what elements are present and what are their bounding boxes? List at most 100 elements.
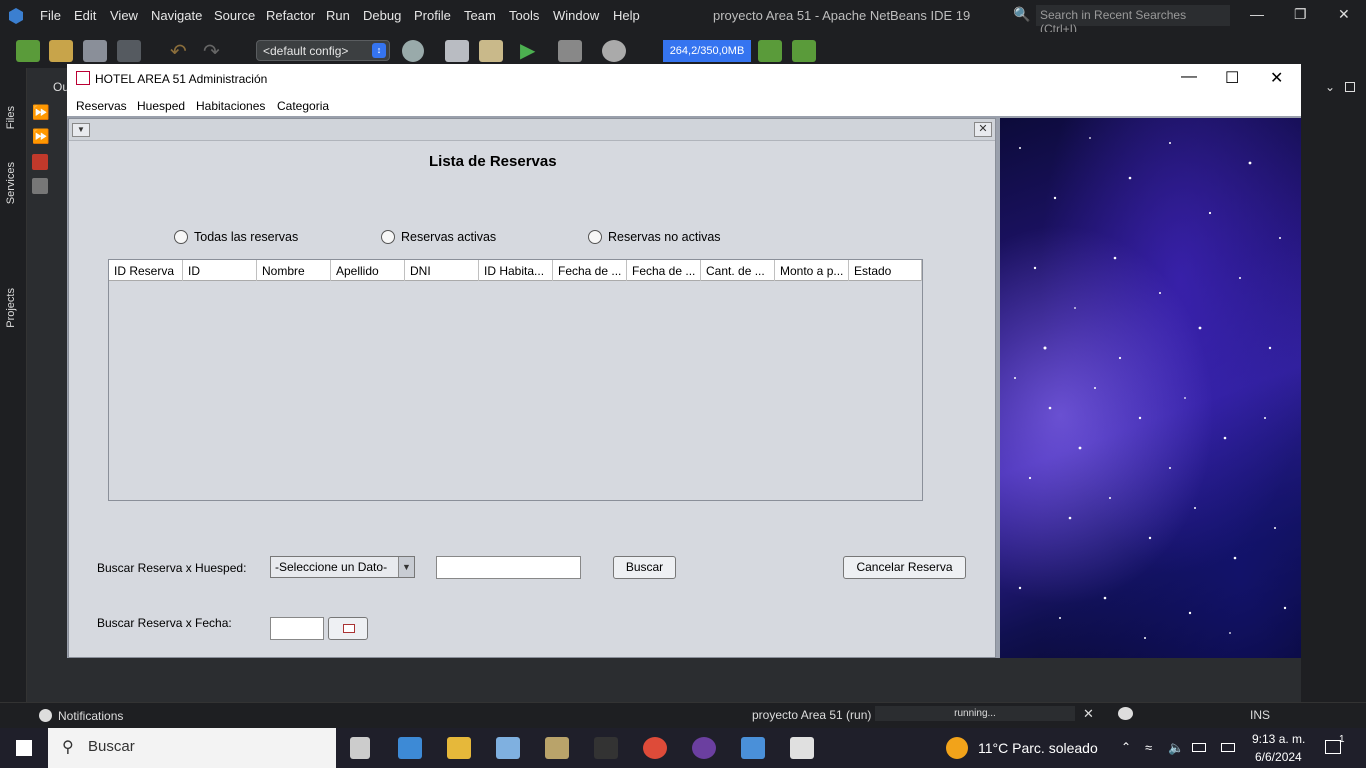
- guest-field-combo[interactable]: -Seleccione un Dato- ▼: [270, 556, 415, 578]
- config-select[interactable]: <default config> ↕: [256, 40, 390, 61]
- weather-label[interactable]: 11°C Parc. soleado: [978, 740, 1098, 756]
- java-taskbar-icon[interactable]: [790, 737, 814, 759]
- menu-window[interactable]: Window: [553, 8, 599, 23]
- notepad-icon[interactable]: [496, 737, 520, 759]
- menu-huesped[interactable]: Huesped: [137, 99, 185, 113]
- menu-categoria[interactable]: Categoria: [277, 99, 329, 113]
- col-header[interactable]: ID: [183, 260, 257, 281]
- debug-icon[interactable]: [558, 40, 582, 62]
- redo-icon[interactable]: ↷: [203, 39, 220, 64]
- reservas-table[interactable]: ID Reserva ID Nombre Apellido DNI ID Hab…: [108, 259, 923, 501]
- restore-icon[interactable]: ❐: [1294, 6, 1307, 23]
- save-all-icon[interactable]: [117, 40, 141, 62]
- close-icon[interactable]: ✕: [1338, 6, 1350, 23]
- radio-activas[interactable]: Reservas activas: [381, 230, 496, 244]
- radio-circle-icon: [174, 230, 188, 244]
- memory-indicator[interactable]: 264,2/350,0MB: [663, 40, 751, 62]
- col-header[interactable]: Fecha de ...: [627, 260, 701, 281]
- chrome-icon[interactable]: [643, 737, 667, 759]
- search-date-label: Buscar Reserva x Fecha:: [97, 616, 232, 630]
- windows-start-icon[interactable]: [16, 740, 32, 756]
- clock-date[interactable]: 6/6/2024: [1255, 750, 1302, 764]
- task-view-icon[interactable]: [350, 737, 370, 759]
- calendar-button[interactable]: [328, 617, 368, 640]
- clean-build-icon[interactable]: [479, 40, 503, 62]
- chat-bubble-icon[interactable]: [1118, 707, 1133, 720]
- frame-close-icon[interactable]: ✕: [974, 122, 992, 137]
- netbeans-logo-icon: [9, 8, 23, 24]
- undo-icon[interactable]: ↶: [170, 39, 187, 64]
- menu-edit[interactable]: Edit: [74, 8, 96, 23]
- build-hammer-icon[interactable]: [445, 40, 469, 62]
- new-file-icon[interactable]: [16, 40, 40, 62]
- menu-view[interactable]: View: [110, 8, 138, 23]
- gc-icon[interactable]: [758, 40, 782, 62]
- radio-no-activas[interactable]: Reservas no activas: [588, 230, 721, 244]
- rerun-icon[interactable]: ⏩: [32, 104, 49, 121]
- search-input[interactable]: [436, 556, 581, 579]
- col-header[interactable]: ID Habita...: [479, 260, 553, 281]
- battery-icon[interactable]: [1192, 743, 1206, 752]
- col-header[interactable]: Nombre: [257, 260, 331, 281]
- notifications-icon[interactable]: [39, 709, 52, 722]
- wifi-icon[interactable]: ≈: [1145, 740, 1152, 755]
- projects-tab[interactable]: Projects: [5, 288, 17, 328]
- search-button[interactable]: Buscar: [613, 556, 676, 579]
- paint-icon[interactable]: [545, 737, 569, 759]
- chevron-down-icon[interactable]: ⌄: [1325, 80, 1335, 94]
- open-project-icon[interactable]: [83, 40, 107, 62]
- run-icon[interactable]: ▶: [520, 38, 535, 63]
- menu-profile[interactable]: Profile: [414, 8, 451, 23]
- col-header[interactable]: Fecha de ...: [553, 260, 627, 281]
- radio-todas[interactable]: Todas las reservas: [174, 230, 298, 244]
- col-header[interactable]: Apellido: [331, 260, 405, 281]
- app-minimize-icon[interactable]: —: [1181, 68, 1197, 86]
- menu-file[interactable]: File: [40, 8, 61, 23]
- menu-run[interactable]: Run: [326, 8, 350, 23]
- settings-wrench-icon[interactable]: [32, 178, 48, 194]
- minimize-icon[interactable]: —: [1250, 6, 1264, 22]
- ide-search-input[interactable]: Search in Recent Searches (Ctrl+I): [1036, 5, 1230, 36]
- menu-navigate[interactable]: Navigate: [151, 8, 202, 23]
- profile-snapshot-icon[interactable]: [792, 40, 816, 62]
- netbeans-taskbar-icon[interactable]: [741, 737, 765, 759]
- col-header[interactable]: Cant. de ...: [701, 260, 775, 281]
- profile-icon[interactable]: [602, 40, 626, 62]
- menu-source[interactable]: Source: [214, 8, 255, 23]
- menu-team[interactable]: Team: [464, 8, 496, 23]
- menu-habitaciones[interactable]: Habitaciones: [196, 99, 265, 113]
- menu-tools[interactable]: Tools: [509, 8, 539, 23]
- app-close-icon[interactable]: ✕: [1270, 68, 1283, 88]
- volume-icon[interactable]: 🔈: [1168, 740, 1184, 756]
- menu-debug[interactable]: Debug: [363, 8, 401, 23]
- browser-globe-icon[interactable]: [402, 40, 424, 62]
- col-header[interactable]: Monto a p...: [775, 260, 849, 281]
- menu-refactor[interactable]: Refactor: [266, 8, 315, 23]
- keyboard-icon[interactable]: [1221, 743, 1235, 752]
- services-tab[interactable]: Services: [5, 162, 17, 204]
- date-input[interactable]: [270, 617, 324, 640]
- clock-time[interactable]: 9:13 a. m.: [1252, 732, 1305, 746]
- cancel-reservation-button[interactable]: Cancelar Reserva: [843, 556, 966, 579]
- taskbar-search[interactable]: ⚲ Buscar: [48, 728, 336, 768]
- maximize-icon[interactable]: [1345, 82, 1355, 92]
- new-project-icon[interactable]: [49, 40, 73, 62]
- app-maximize-icon[interactable]: ☐: [1225, 68, 1239, 88]
- menu-help[interactable]: Help: [613, 8, 640, 23]
- menu-reservas[interactable]: Reservas: [76, 99, 127, 113]
- cancel-progress-icon[interactable]: ✕: [1083, 706, 1094, 722]
- col-header[interactable]: Estado: [849, 260, 922, 281]
- radio-circle-icon: [381, 230, 395, 244]
- col-header[interactable]: DNI: [405, 260, 479, 281]
- files-tab[interactable]: Files: [5, 106, 17, 129]
- col-header[interactable]: ID Reserva: [109, 260, 183, 281]
- mail-icon[interactable]: [398, 737, 422, 759]
- github-icon[interactable]: [692, 737, 716, 759]
- frame-menu-icon[interactable]: ▼: [72, 123, 90, 137]
- chevron-up-icon[interactable]: ⌃: [1121, 740, 1131, 754]
- stop-icon[interactable]: [32, 154, 48, 170]
- rerun-with-params-icon[interactable]: ⏩: [32, 128, 49, 145]
- file-explorer-icon[interactable]: [447, 737, 471, 759]
- notifications-label[interactable]: Notifications: [58, 709, 123, 723]
- app-star-icon[interactable]: [594, 737, 618, 759]
